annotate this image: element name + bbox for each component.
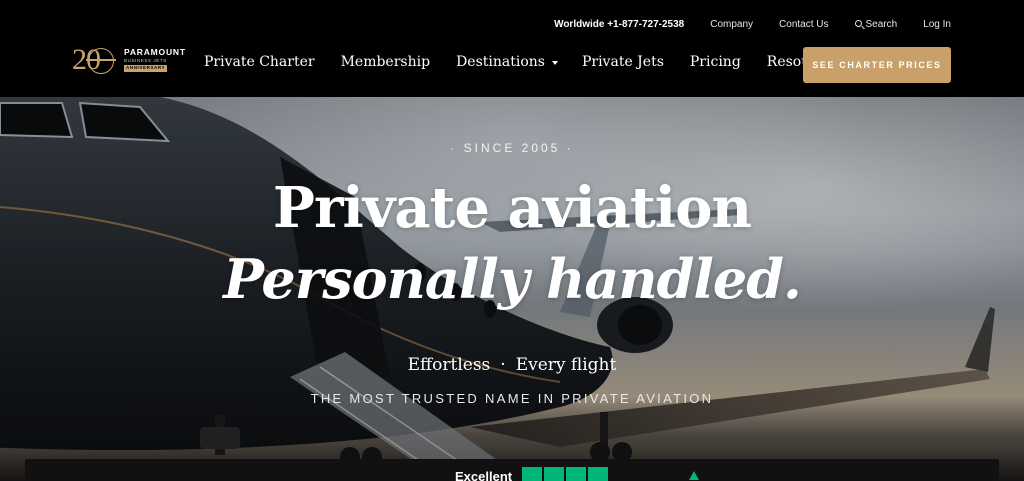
nav-label: Destinations	[456, 54, 545, 70]
login-link[interactable]: Log In	[923, 19, 951, 30]
hero-section: · SINCE 2005 · Private aviation Personal…	[0, 97, 1024, 481]
tagline-left: Effortless	[407, 355, 491, 375]
logo-line3: ANNIVERSARY	[124, 65, 168, 72]
see-charter-prices-button[interactable]: SEE CHARTER PRICES	[803, 47, 951, 83]
nav-private-charter[interactable]: Private Charter	[204, 54, 315, 70]
phone-link[interactable]: Worldwide +1-877-727-2538	[554, 19, 684, 30]
tagline-right: Every flight	[515, 355, 617, 375]
tagline-separator: ·	[500, 355, 506, 375]
chevron-down-icon	[551, 61, 558, 65]
trusted-subtitle: THE MOST TRUSTED NAME IN PRIVATE AVIATIO…	[310, 391, 714, 406]
nav-pricing[interactable]: Pricing	[690, 54, 741, 70]
search-link[interactable]: Search	[854, 19, 898, 30]
search-icon	[854, 20, 862, 27]
star-icon	[588, 467, 608, 481]
nav-label: Pricing	[689, 54, 741, 70]
utility-nav: Worldwide +1-877-727-2538 Company Contac…	[554, 19, 951, 30]
nav-label: Private Jets	[581, 54, 664, 70]
search-label: Search	[865, 19, 898, 30]
hero-tagline: Effortless · Every flight	[0, 355, 1024, 375]
nav-label: Membership	[340, 54, 431, 70]
anniversary-emblem: 20	[72, 45, 120, 75]
review-bar[interactable]: Excellent	[25, 459, 999, 481]
hero-title-line2: Personally handled.	[223, 247, 802, 311]
logo[interactable]: 20 PARAMOUNT BUSINESS JETS ANNIVERSARY	[72, 44, 194, 76]
company-link[interactable]: Company	[710, 19, 753, 30]
logo-wordmark: PARAMOUNT BUSINESS JETS ANNIVERSARY	[124, 48, 186, 72]
contact-link[interactable]: Contact Us	[779, 19, 828, 30]
logo-ring-icon	[88, 48, 114, 74]
star-icon	[544, 467, 564, 481]
star-icon	[566, 467, 586, 481]
logo-line1: PARAMOUNT	[124, 47, 186, 58]
since-label: · SINCE 2005 ·	[450, 141, 574, 155]
nav-label: Private Charter	[204, 54, 315, 70]
trustpilot-icon	[689, 471, 699, 480]
review-rating-label: Excellent	[455, 469, 513, 481]
hero-title-line1: Private aviation	[272, 175, 752, 241]
nav-destinations[interactable]: Destinations	[456, 54, 558, 70]
site-header: Worldwide +1-877-727-2538 Company Contac…	[0, 0, 1024, 97]
rating-stars	[522, 467, 608, 481]
main-nav: Private Charter Membership Destinations …	[204, 54, 854, 70]
logo-line2: BUSINESS JETS	[124, 57, 167, 63]
star-icon	[522, 467, 542, 481]
nav-private-jets[interactable]: Private Jets	[582, 54, 664, 70]
nav-membership[interactable]: Membership	[341, 54, 430, 70]
logo-plane-icon	[86, 59, 116, 61]
